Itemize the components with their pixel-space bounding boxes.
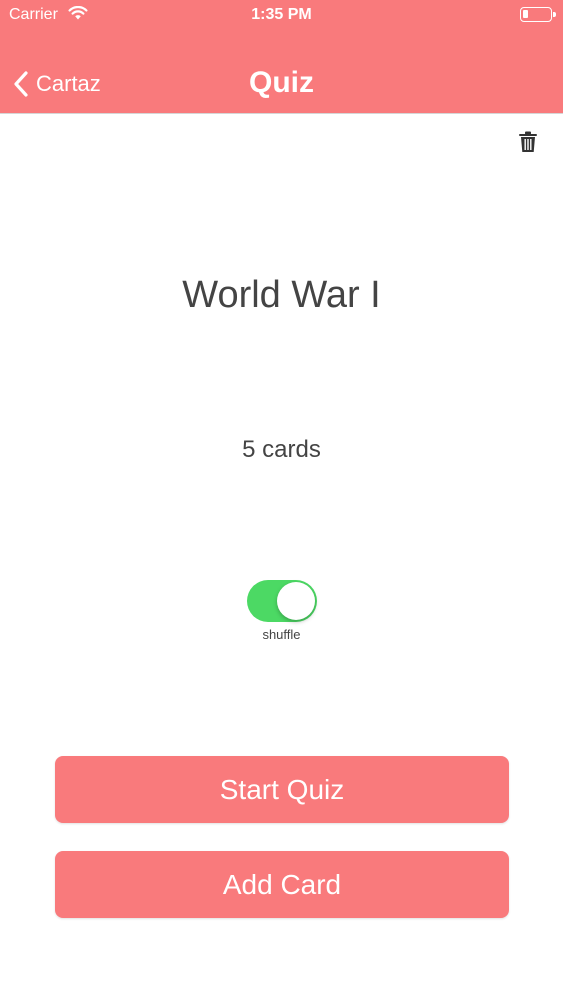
- page-title: Quiz: [249, 66, 314, 99]
- header-bar: Carrier 1:35 PM Cartaz Quiz: [0, 0, 563, 114]
- card-count: 5 cards: [242, 436, 321, 463]
- start-quiz-button[interactable]: Start Quiz: [55, 756, 509, 823]
- battery-nub: [553, 12, 556, 17]
- clock: 1:35 PM: [251, 6, 312, 23]
- navigation-bar: Cartaz Quiz: [0, 50, 563, 114]
- battery-fill: [523, 10, 528, 18]
- header-divider: [0, 113, 563, 114]
- deck-title: World War I: [182, 274, 381, 316]
- trash-icon[interactable]: [518, 131, 538, 153]
- shuffle-label: shuffle: [262, 627, 301, 642]
- toggle-knob: [277, 582, 315, 620]
- battery-icon: [520, 7, 556, 22]
- add-card-button[interactable]: Add Card: [55, 851, 509, 918]
- shuffle-toggle[interactable]: [247, 580, 317, 622]
- status-bar: Carrier 1:35 PM: [0, 0, 563, 30]
